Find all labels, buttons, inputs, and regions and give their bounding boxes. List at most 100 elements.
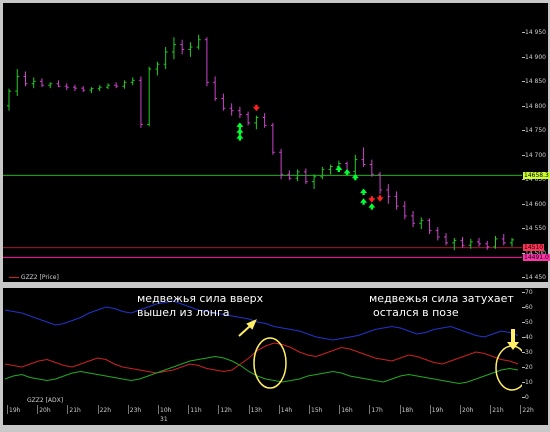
time-axis-label: 15h [311, 407, 323, 414]
time-axis-separator [429, 405, 431, 414]
price-bar [171, 37, 176, 60]
indicator-axis[interactable]: 70 60 50 40 30 20 10 0 [522, 288, 548, 405]
time-axis-label: 16h [341, 407, 353, 414]
price-bar [328, 164, 333, 175]
price-bar [180, 39, 185, 55]
annotation-right-line2: остался в позе [373, 306, 459, 319]
price-bar [411, 211, 416, 228]
price-bar [15, 69, 20, 96]
sell-signal-arrow [376, 195, 384, 202]
magenta-level-tag: 14491.0 [523, 254, 550, 262]
time-axis-separator [490, 405, 492, 414]
highlight-ellipse-right [495, 345, 522, 391]
time-axis[interactable]: 19h 20h 21h 22h 23h 10h 11h 12h 13h 14h 15h 16h 17h 1… [3, 405, 548, 425]
time-axis-separator [278, 405, 280, 414]
price-bar [130, 77, 135, 86]
price-axis-label: 14 450 [525, 274, 546, 282]
sell-signal-arrow [368, 196, 376, 203]
price-axis-label: 14 700 [525, 151, 546, 159]
price-axis-label: 14 850 [525, 78, 546, 86]
buy-signal-arrow [343, 168, 351, 176]
time-axis-label: 11h [190, 407, 202, 414]
price-bar [477, 237, 482, 247]
price-axis-label: 14 600 [525, 200, 546, 208]
price-bar [320, 166, 325, 180]
time-axis-label: 12h [220, 407, 232, 414]
price-bar [163, 47, 168, 70]
price-bar [89, 87, 94, 94]
price-bar [204, 37, 209, 87]
time-axis-separator [218, 405, 220, 414]
price-bar [105, 83, 110, 90]
buy-signal-arrow [360, 198, 368, 205]
buy-signal-arrow [368, 203, 376, 210]
time-axis-separator [339, 405, 341, 414]
indicator-axis-label: 20 [525, 364, 533, 371]
price-bar [56, 80, 61, 88]
time-axis-label: 23h [129, 407, 142, 414]
price-legend: GZZ2 [Price] [9, 274, 59, 281]
price-bar [303, 168, 308, 185]
sell-signal-arrow [252, 104, 260, 112]
price-bar [114, 82, 119, 89]
annotation-right-line1: медвежья сила затухает [369, 292, 514, 305]
price-chart-canvas[interactable] [3, 3, 522, 282]
price-bar [237, 106, 242, 119]
price-bar [510, 237, 514, 247]
time-axis-separator [158, 405, 159, 414]
time-axis-separator [309, 405, 310, 414]
price-bar [460, 236, 465, 248]
price-bar [254, 115, 259, 130]
price-bar [369, 159, 374, 177]
price-bar [155, 61, 160, 76]
price-bar [72, 84, 77, 92]
price-bar [97, 85, 102, 92]
indicator-axis-label: 50 [525, 319, 533, 326]
price-bar [31, 77, 36, 89]
price-axis-label: 14 750 [525, 127, 546, 135]
price-bar [361, 147, 366, 167]
price-bar [312, 174, 317, 189]
price-bar [221, 93, 226, 111]
time-axis-separator [37, 405, 39, 414]
price-bar [402, 201, 407, 220]
price-axis-label: 14 800 [525, 102, 546, 110]
price-bar [64, 83, 69, 91]
annotation-left-line2: вышел из лонга [137, 306, 230, 319]
time-axis-separator [7, 405, 8, 414]
price-bar [262, 113, 267, 128]
price-axis[interactable]: 14 950 14 900 14 850 14 800 14 750 14 700 14 6… [522, 3, 550, 282]
price-bar [452, 237, 457, 251]
price-bar [270, 122, 275, 155]
price-bar [493, 235, 498, 249]
time-axis-day-label: 31 [160, 416, 168, 423]
time-axis-label: 14h [280, 407, 293, 414]
price-chart-pane[interactable]: GZZ2 [Price] [3, 3, 522, 282]
time-axis-label: 22h [99, 407, 112, 414]
price-bar [468, 238, 473, 249]
price-bar [188, 42, 193, 57]
price-axis-label: 14 950 [525, 29, 546, 37]
buy-signal-arrow [236, 128, 244, 135]
annotation-left-line1: медвежья сила вверх [137, 292, 264, 305]
buy-signal-arrow [236, 134, 244, 141]
time-axis-label: 20h [462, 407, 474, 414]
time-axis-label: 21h [69, 407, 81, 414]
price-bar [23, 71, 28, 87]
time-axis-label: 20h [39, 407, 51, 414]
time-axis-label: 19h [9, 407, 21, 414]
indicator-axis-label: 0 [525, 394, 529, 401]
adx-indicator-pane[interactable]: медвежья сила вверх вышел из лонга медве… [3, 288, 522, 405]
time-axis-label: 18h [401, 407, 414, 414]
indicator-legend: GZZ2 [ADX] [27, 397, 64, 404]
di-plus-line [4, 355, 519, 385]
buy-signal-arrow [360, 188, 368, 195]
price-bar [386, 184, 391, 204]
price-bar [81, 86, 86, 93]
price-bar [246, 111, 251, 126]
time-axis-separator [188, 405, 190, 414]
price-bar [435, 227, 440, 241]
time-axis-separator [460, 405, 461, 414]
time-axis-separator [127, 405, 129, 414]
indicator-axis-label: 40 [525, 334, 533, 341]
